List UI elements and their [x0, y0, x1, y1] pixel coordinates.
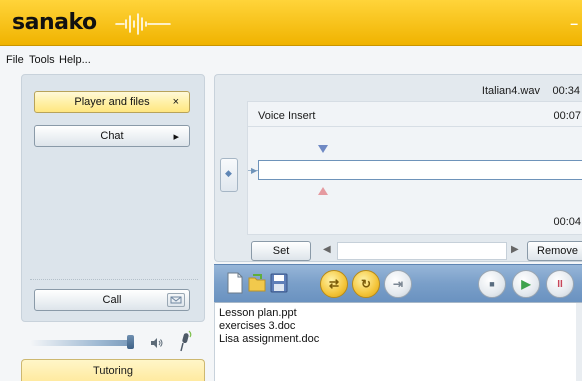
- position-time: 00:04: [553, 216, 581, 228]
- track-area: Voice Insert 00:07 ▶ 00:04: [247, 101, 582, 235]
- voice-insert-label: Voice Insert: [258, 110, 316, 122]
- new-document-icon[interactable]: [224, 271, 246, 295]
- player-and-files-label: Player and files: [74, 96, 150, 108]
- loop-button[interactable]: ↻: [352, 270, 380, 298]
- set-button[interactable]: Set: [251, 241, 311, 261]
- chat-button[interactable]: Chat ▸: [34, 125, 190, 147]
- file-toolbar: ⇄ ↻ ⇥ ■ ▶ II: [214, 264, 582, 302]
- tutoring-tab[interactable]: Tutoring: [21, 359, 205, 381]
- call-button[interactable]: Call: [34, 289, 190, 311]
- insert-button[interactable]: ⇄: [320, 270, 348, 298]
- volume-slider-track[interactable]: [30, 340, 130, 346]
- waveform-logo-icon: [115, 13, 171, 35]
- close-icon[interactable]: ×: [173, 96, 179, 108]
- pause-icon: II: [557, 278, 563, 290]
- list-item[interactable]: Lesson plan.ppt: [219, 307, 297, 319]
- scroll-left-arrow-icon[interactable]: ◀: [323, 244, 331, 255]
- scroll-right-arrow-icon[interactable]: ▶: [511, 244, 519, 255]
- chat-label: Chat: [100, 130, 124, 142]
- end-marker-icon[interactable]: [318, 187, 328, 195]
- save-disk-icon[interactable]: [268, 271, 290, 295]
- diamond-icon: ◆: [225, 168, 232, 178]
- loop-icon: ↻: [360, 277, 372, 291]
- track-divider: [248, 126, 582, 127]
- player-and-files-button[interactable]: Player and files ×: [34, 91, 190, 113]
- list-item[interactable]: Lisa assignment.doc: [219, 333, 319, 345]
- sanako-logo: sanako: [12, 10, 97, 35]
- stop-button[interactable]: ■: [478, 270, 506, 298]
- volume-slider-thumb[interactable]: [127, 335, 134, 349]
- pause-button[interactable]: II: [546, 270, 574, 298]
- menu-tools[interactable]: Tools: [29, 54, 55, 66]
- side-panel: Player and files × Chat ▸ Call: [21, 74, 205, 322]
- microphone-icon[interactable]: [176, 330, 194, 352]
- call-label: Call: [102, 294, 122, 306]
- chevron-right-icon: ▸: [173, 131, 179, 143]
- menu-bar: File Tools Help...: [0, 46, 582, 72]
- play-position-arrow-icon: ▶: [251, 166, 258, 175]
- play-icon: ▶: [521, 277, 531, 291]
- file-list: Lesson plan.ppt exercises 3.doc Lisa ass…: [214, 302, 582, 381]
- insert-icon: ⇄: [328, 277, 340, 291]
- mail-icon[interactable]: [167, 293, 185, 307]
- minimize-button[interactable]: –: [568, 16, 578, 30]
- voice-insert-time: 00:07: [553, 110, 581, 122]
- menu-file[interactable]: File: [6, 54, 24, 66]
- track-expand-handle[interactable]: ◆: [220, 158, 238, 192]
- export-button[interactable]: ⇥: [384, 270, 412, 298]
- file-name: Italian4.wav: [481, 85, 540, 97]
- timeline-bar[interactable]: [258, 160, 582, 180]
- play-button[interactable]: ▶: [512, 270, 540, 298]
- export-icon: ⇥: [392, 277, 404, 291]
- file-list-scrollbar[interactable]: [576, 303, 582, 381]
- stop-icon: ■: [489, 279, 495, 289]
- divider: [30, 279, 198, 280]
- start-marker-icon[interactable]: [318, 145, 328, 153]
- remove-button[interactable]: Remove: [527, 241, 582, 261]
- title-bar: sanako –: [0, 0, 582, 46]
- scroll-track[interactable]: [337, 242, 507, 260]
- player-panel: Italian4.wav 00:34 ◆ Voice Insert 00:07 …: [214, 74, 582, 262]
- speaker-icon[interactable]: [150, 336, 164, 350]
- menu-help[interactable]: Help...: [59, 54, 91, 66]
- list-item[interactable]: exercises 3.doc: [219, 320, 295, 332]
- open-folder-icon[interactable]: [246, 271, 268, 295]
- total-duration: 00:34: [552, 85, 580, 97]
